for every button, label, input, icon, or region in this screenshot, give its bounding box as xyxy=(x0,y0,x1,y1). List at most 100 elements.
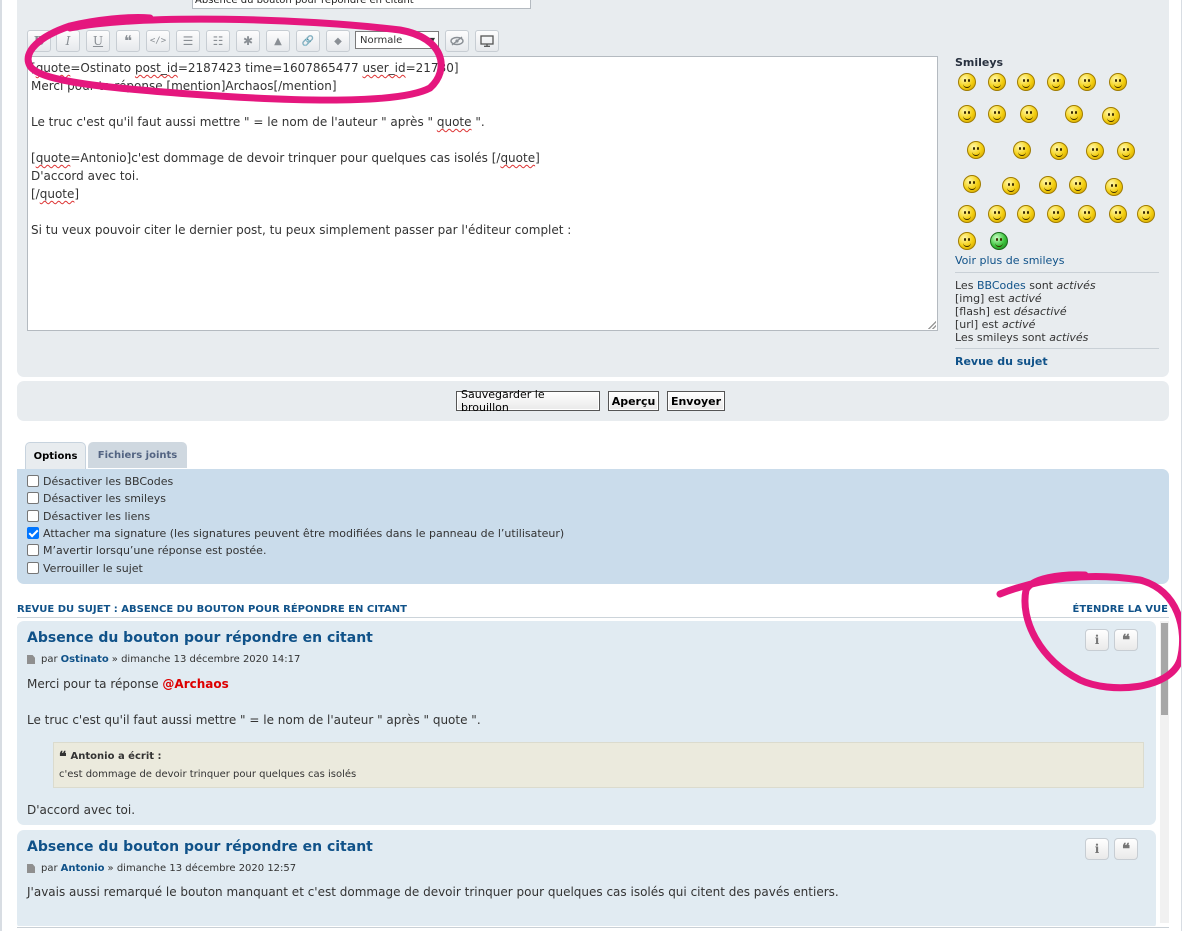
info-icon[interactable]: i xyxy=(1085,629,1109,651)
divider xyxy=(17,617,1169,618)
submit-panel: Sauvegarder le brouillon Aperçu Envoyer xyxy=(17,381,1169,421)
smiley-icon[interactable] xyxy=(1069,176,1087,194)
scrollbar-thumb[interactable] xyxy=(1161,623,1168,715)
post-title[interactable]: Absence du bouton pour répondre en citan… xyxy=(27,839,373,855)
smiley-icon[interactable] xyxy=(958,73,976,91)
smiley-icon[interactable] xyxy=(1105,178,1123,196)
review-post: Absence du bouton pour répondre en citan… xyxy=(17,621,1156,825)
smiley-icon[interactable] xyxy=(1039,176,1057,194)
divider xyxy=(17,927,1169,928)
chevron-down-icon: ▼ xyxy=(428,35,435,45)
smiley-icon[interactable] xyxy=(988,105,1006,123)
expand-view-link[interactable]: Étendre la vue xyxy=(1073,604,1168,615)
post-title[interactable]: Absence du bouton pour répondre en citan… xyxy=(27,630,373,646)
code-icon[interactable]: </> xyxy=(146,30,170,52)
smiley-icon[interactable] xyxy=(1078,73,1096,91)
smiley-icon[interactable] xyxy=(1017,205,1035,223)
preview-button[interactable]: Aperçu xyxy=(608,391,659,411)
post-body-line: J'avais aussi remarqué le bouton manquan… xyxy=(27,885,839,899)
tab-options[interactable]: Options xyxy=(25,442,86,470)
option-disable-links[interactable]: Désactiver les liens xyxy=(27,508,150,524)
post-meta: par Ostinato » dimanche 13 décembre 2020… xyxy=(27,654,300,665)
subject-input[interactable]: Absence du bouton pour répondre en citan… xyxy=(192,0,531,9)
quote-icon[interactable]: ❝ xyxy=(116,30,140,52)
eye-slash-icon[interactable] xyxy=(445,30,469,52)
more-smileys-link[interactable]: Voir plus de smileys xyxy=(955,254,1065,267)
option-disable-bbcode[interactable]: Désactiver les BBCodes xyxy=(27,473,173,489)
smiley-icon[interactable] xyxy=(1047,73,1065,91)
smiley-icon[interactable] xyxy=(1102,107,1120,125)
post-author[interactable]: Ostinato xyxy=(61,654,109,665)
smiley-icon[interactable] xyxy=(988,205,1006,223)
post-body-line: D'accord avec toi. xyxy=(27,803,136,817)
bbcode-status: Les BBCodes sont activés [img] est activ… xyxy=(955,279,1096,344)
link-icon[interactable]: 🔗 xyxy=(296,30,320,52)
option-attach-signature[interactable]: Attacher ma signature (les signatures pe… xyxy=(27,525,564,541)
resize-grip[interactable] xyxy=(928,321,936,329)
page-edge-right xyxy=(1181,0,1188,931)
smiley-icon[interactable] xyxy=(1109,73,1127,91)
smiley-icon[interactable] xyxy=(958,232,976,250)
bold-icon[interactable]: B xyxy=(27,30,51,52)
checkbox[interactable] xyxy=(27,562,39,574)
submit-button[interactable]: Envoyer xyxy=(667,391,725,411)
smiley-icon[interactable] xyxy=(1109,205,1127,223)
smileys-panel: Smileys Voir plus de smileys Les BBCodes… xyxy=(955,56,1160,368)
tab-attachments[interactable]: Fichiers joints xyxy=(88,442,187,468)
color-icon[interactable]: ◆ xyxy=(326,30,350,52)
post-author[interactable]: Antonio xyxy=(61,863,105,874)
smiley-icon[interactable] xyxy=(1086,142,1104,160)
quote-icon[interactable]: ❝ xyxy=(1114,629,1138,651)
info-icon[interactable]: i xyxy=(1085,838,1109,860)
smiley-icon[interactable] xyxy=(958,205,976,223)
option-disable-smileys[interactable]: Désactiver les smileys xyxy=(27,490,166,506)
quote-icon: ❝ xyxy=(59,748,67,765)
smiley-icon[interactable] xyxy=(990,232,1008,250)
topic-review-title: Revue du sujet : Absence du bouton pour … xyxy=(17,604,407,615)
smiley-icon[interactable] xyxy=(967,141,985,159)
editor-panel: Absence du bouton pour répondre en citan… xyxy=(17,0,1169,377)
smiley-icon[interactable] xyxy=(1017,73,1035,91)
underline-icon[interactable]: U xyxy=(86,30,110,52)
smiley-icon[interactable] xyxy=(958,105,976,123)
topic-review-list[interactable]: Absence du bouton pour répondre en citan… xyxy=(17,621,1169,926)
post-icon xyxy=(27,655,35,664)
option-lock-topic[interactable]: Verrouiller le sujet xyxy=(27,560,143,576)
quote-block: ❝ Antonio a écrit : c'est dommage de devo… xyxy=(53,742,1144,788)
post-body-line: Merci pour ta réponse @Archaos xyxy=(27,677,229,691)
review-scrollbar[interactable] xyxy=(1160,621,1169,923)
smiley-icon[interactable] xyxy=(1078,205,1096,223)
checkbox[interactable] xyxy=(27,510,39,522)
smiley-icon[interactable] xyxy=(1137,205,1155,223)
checkbox[interactable] xyxy=(27,492,39,504)
smiley-icon[interactable] xyxy=(1047,205,1065,223)
smiley-icon[interactable] xyxy=(988,73,1006,91)
ordered-list-icon[interactable]: ☷ xyxy=(206,30,230,52)
checkbox[interactable] xyxy=(27,544,39,556)
smiley-icon[interactable] xyxy=(963,175,981,193)
save-draft-button[interactable]: Sauvegarder le brouillon xyxy=(456,388,600,414)
message-textarea[interactable]: [quote=Ostinato post_id=2187423 time=160… xyxy=(27,56,938,331)
checkbox-checked[interactable] xyxy=(27,527,39,539)
smiley-icon[interactable] xyxy=(1050,142,1068,160)
bbcodes-link[interactable]: BBCodes xyxy=(977,279,1026,292)
font-size-select[interactable]: Normale ▼ xyxy=(355,31,439,49)
smiley-icon[interactable] xyxy=(1013,141,1031,159)
monitor-icon[interactable] xyxy=(475,30,499,52)
image-icon[interactable]: ▲ xyxy=(266,30,290,52)
quote-icon[interactable]: ❝ xyxy=(1114,838,1138,860)
list-item-icon[interactable]: ✱ xyxy=(236,30,260,52)
divider xyxy=(955,348,1159,349)
checkbox[interactable] xyxy=(27,475,39,487)
mention-link[interactable]: @Archaos xyxy=(162,677,228,691)
topic-review-link[interactable]: Revue du sujet xyxy=(955,355,1048,368)
divider xyxy=(955,272,1159,273)
options-panel: Désactiver les BBCodes Désactiver les sm… xyxy=(17,469,1169,584)
option-notify-reply[interactable]: M’avertir lorsqu’une réponse est postée. xyxy=(27,542,266,558)
smiley-icon[interactable] xyxy=(1020,105,1038,123)
smiley-icon[interactable] xyxy=(1117,142,1135,160)
smiley-icon[interactable] xyxy=(1002,177,1020,195)
italic-icon[interactable]: I xyxy=(56,30,80,52)
smiley-icon[interactable] xyxy=(1065,105,1083,123)
list-icon[interactable]: ☰ xyxy=(176,30,200,52)
